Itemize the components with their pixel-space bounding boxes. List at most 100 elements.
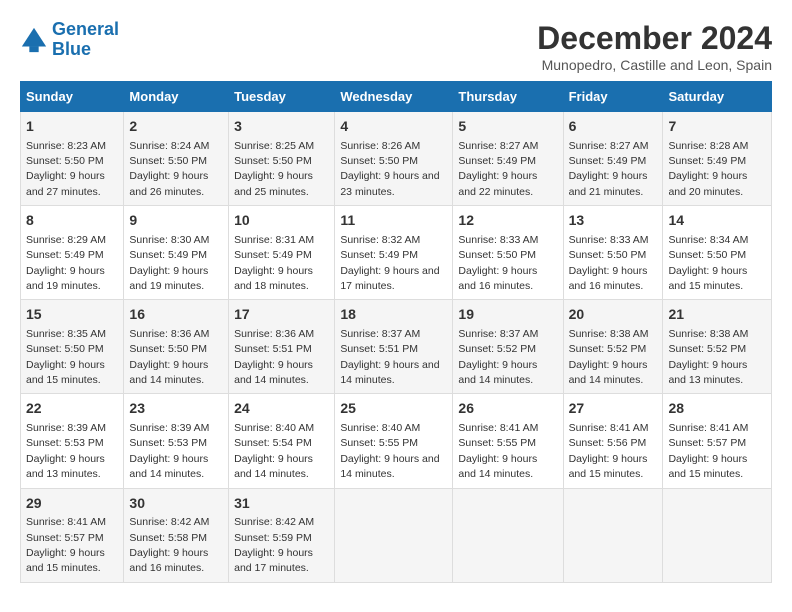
- day-daylight: Daylight: 9 hours and 14 minutes.: [458, 453, 537, 480]
- logo-line2: Blue: [52, 39, 91, 59]
- day-sunrise: Sunrise: 8:36 AM: [234, 328, 314, 340]
- day-daylight: Daylight: 9 hours and 14 minutes.: [129, 359, 208, 386]
- calendar-cell: 25Sunrise: 8:40 AMSunset: 5:55 PMDayligh…: [335, 394, 453, 488]
- header-row: SundayMondayTuesdayWednesdayThursdayFrid…: [21, 82, 772, 112]
- day-sunrise: Sunrise: 8:37 AM: [458, 328, 538, 340]
- day-number: 12: [458, 211, 557, 231]
- day-sunrise: Sunrise: 8:39 AM: [129, 422, 209, 434]
- day-number: 4: [340, 117, 447, 137]
- day-sunrise: Sunrise: 8:40 AM: [340, 422, 420, 434]
- day-sunset: Sunset: 5:49 PM: [26, 249, 104, 261]
- day-sunset: Sunset: 5:53 PM: [129, 437, 207, 449]
- day-sunset: Sunset: 5:53 PM: [26, 437, 104, 449]
- day-number: 8: [26, 211, 118, 231]
- day-daylight: Daylight: 9 hours and 22 minutes.: [458, 170, 537, 197]
- calendar-cell: 13Sunrise: 8:33 AMSunset: 5:50 PMDayligh…: [563, 206, 663, 300]
- calendar-cell: [563, 488, 663, 582]
- day-sunset: Sunset: 5:54 PM: [234, 437, 312, 449]
- day-sunrise: Sunrise: 8:23 AM: [26, 140, 106, 152]
- day-sunset: Sunset: 5:50 PM: [129, 155, 207, 167]
- day-sunset: Sunset: 5:52 PM: [458, 343, 536, 355]
- day-sunset: Sunset: 5:49 PM: [234, 249, 312, 261]
- logo: General Blue: [20, 20, 119, 60]
- day-number: 17: [234, 305, 329, 325]
- day-sunset: Sunset: 5:50 PM: [234, 155, 312, 167]
- day-sunset: Sunset: 5:52 PM: [569, 343, 647, 355]
- day-number: 13: [569, 211, 658, 231]
- calendar-table: SundayMondayTuesdayWednesdayThursdayFrid…: [20, 81, 772, 583]
- calendar-cell: 10Sunrise: 8:31 AMSunset: 5:49 PMDayligh…: [229, 206, 335, 300]
- table-row: 15Sunrise: 8:35 AMSunset: 5:50 PMDayligh…: [21, 300, 772, 394]
- day-number: 14: [668, 211, 766, 231]
- day-sunset: Sunset: 5:57 PM: [26, 532, 104, 544]
- calendar-cell: 29Sunrise: 8:41 AMSunset: 5:57 PMDayligh…: [21, 488, 124, 582]
- logo-text: General Blue: [52, 20, 119, 60]
- day-daylight: Daylight: 9 hours and 17 minutes.: [340, 265, 439, 292]
- day-sunrise: Sunrise: 8:37 AM: [340, 328, 420, 340]
- day-daylight: Daylight: 9 hours and 27 minutes.: [26, 170, 105, 197]
- day-sunset: Sunset: 5:55 PM: [458, 437, 536, 449]
- calendar-cell: 5Sunrise: 8:27 AMSunset: 5:49 PMDaylight…: [453, 112, 563, 206]
- calendar-cell: 26Sunrise: 8:41 AMSunset: 5:55 PMDayligh…: [453, 394, 563, 488]
- calendar-cell: 30Sunrise: 8:42 AMSunset: 5:58 PMDayligh…: [124, 488, 229, 582]
- calendar-cell: [453, 488, 563, 582]
- calendar-cell: 27Sunrise: 8:41 AMSunset: 5:56 PMDayligh…: [563, 394, 663, 488]
- day-sunset: Sunset: 5:59 PM: [234, 532, 312, 544]
- day-number: 16: [129, 305, 223, 325]
- day-daylight: Daylight: 9 hours and 14 minutes.: [234, 453, 313, 480]
- day-number: 27: [569, 399, 658, 419]
- day-sunrise: Sunrise: 8:26 AM: [340, 140, 420, 152]
- day-sunrise: Sunrise: 8:40 AM: [234, 422, 314, 434]
- day-number: 5: [458, 117, 557, 137]
- table-row: 1 Sunrise: 8:23 AM Sunset: 5:50 PM Daylight…: [21, 112, 772, 206]
- day-sunrise: Sunrise: 8:36 AM: [129, 328, 209, 340]
- day-sunrise: Sunrise: 8:41 AM: [569, 422, 649, 434]
- day-number: 1: [26, 117, 118, 137]
- header-sunday: Sunday: [21, 82, 124, 112]
- day-sunrise: Sunrise: 8:29 AM: [26, 234, 106, 246]
- day-number: 6: [569, 117, 658, 137]
- header-monday: Monday: [124, 82, 229, 112]
- day-number: 29: [26, 494, 118, 514]
- day-sunrise: Sunrise: 8:38 AM: [668, 328, 748, 340]
- day-sunset: Sunset: 5:50 PM: [26, 155, 104, 167]
- day-sunrise: Sunrise: 8:27 AM: [569, 140, 649, 152]
- day-number: 25: [340, 399, 447, 419]
- day-daylight: Daylight: 9 hours and 13 minutes.: [668, 359, 747, 386]
- calendar-cell: 19Sunrise: 8:37 AMSunset: 5:52 PMDayligh…: [453, 300, 563, 394]
- day-sunset: Sunset: 5:51 PM: [234, 343, 312, 355]
- day-sunset: Sunset: 5:50 PM: [458, 249, 536, 261]
- day-sunrise: Sunrise: 8:27 AM: [458, 140, 538, 152]
- calendar-cell: 12Sunrise: 8:33 AMSunset: 5:50 PMDayligh…: [453, 206, 563, 300]
- day-number: 22: [26, 399, 118, 419]
- page-header: General Blue December 2024 Munopedro, Ca…: [20, 20, 772, 73]
- calendar-cell: 15Sunrise: 8:35 AMSunset: 5:50 PMDayligh…: [21, 300, 124, 394]
- day-sunrise: Sunrise: 8:42 AM: [129, 516, 209, 528]
- day-daylight: Daylight: 9 hours and 15 minutes.: [26, 359, 105, 386]
- day-daylight: Daylight: 9 hours and 20 minutes.: [668, 170, 747, 197]
- day-daylight: Daylight: 9 hours and 15 minutes.: [668, 453, 747, 480]
- day-sunset: Sunset: 5:49 PM: [569, 155, 647, 167]
- day-sunset: Sunset: 5:49 PM: [340, 249, 418, 261]
- day-number: 30: [129, 494, 223, 514]
- day-daylight: Daylight: 9 hours and 14 minutes.: [340, 359, 439, 386]
- calendar-cell: 9Sunrise: 8:30 AMSunset: 5:49 PMDaylight…: [124, 206, 229, 300]
- table-row: 29Sunrise: 8:41 AMSunset: 5:57 PMDayligh…: [21, 488, 772, 582]
- day-sunset: Sunset: 5:58 PM: [129, 532, 207, 544]
- day-sunset: Sunset: 5:57 PM: [668, 437, 746, 449]
- day-number: 24: [234, 399, 329, 419]
- subtitle: Munopedro, Castille and Leon, Spain: [537, 57, 772, 73]
- calendar-cell: [663, 488, 772, 582]
- day-sunset: Sunset: 5:49 PM: [129, 249, 207, 261]
- header-friday: Friday: [563, 82, 663, 112]
- header-wednesday: Wednesday: [335, 82, 453, 112]
- day-daylight: Daylight: 9 hours and 16 minutes.: [458, 265, 537, 292]
- calendar-cell: 16Sunrise: 8:36 AMSunset: 5:50 PMDayligh…: [124, 300, 229, 394]
- day-number: 9: [129, 211, 223, 231]
- day-number: 11: [340, 211, 447, 231]
- day-number: 26: [458, 399, 557, 419]
- calendar-cell: 24 Sunrise: 8:40 AM Sunset: 5:54 PM Dayligh…: [229, 394, 335, 488]
- day-sunset: Sunset: 5:50 PM: [668, 249, 746, 261]
- day-number: 31: [234, 494, 329, 514]
- day-sunrise: Sunrise: 8:38 AM: [569, 328, 649, 340]
